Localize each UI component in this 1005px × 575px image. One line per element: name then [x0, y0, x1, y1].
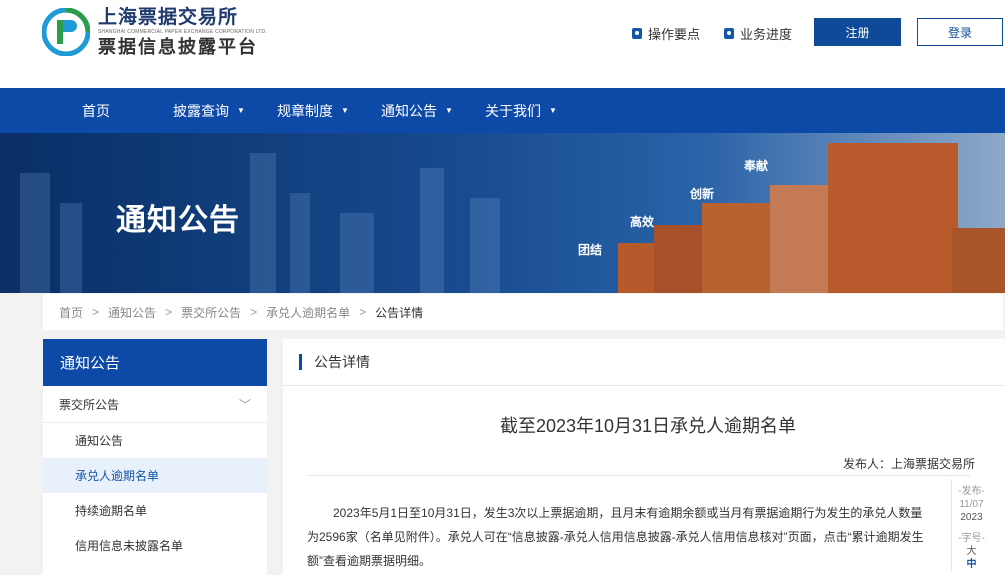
login-button[interactable]: 登录	[917, 18, 1003, 46]
sidebar: 通知公告 票交所公告 ﹀ 通知公告 承兑人逾期名单 持续逾期名单 信用信息未披露…	[43, 339, 267, 575]
nav-item-label: 通知公告	[381, 102, 437, 119]
font-size-large-button[interactable]: 大	[952, 545, 991, 558]
breadcrumb-item-home[interactable]: 首页	[59, 304, 83, 321]
city-skyline-shape	[20, 173, 50, 293]
city-skyline-shape	[470, 198, 500, 293]
building-illustration	[770, 185, 830, 293]
divider	[307, 475, 970, 476]
city-skyline-shape	[420, 168, 444, 293]
city-skyline-shape	[60, 203, 82, 293]
chevron-down-icon: ﹀	[238, 397, 251, 412]
banner-word: 高效	[630, 215, 655, 229]
breadcrumb-item-current: 公告详情	[375, 305, 424, 320]
publish-year: 2023	[960, 512, 983, 523]
panel-heading: 公告详情	[314, 354, 370, 370]
panel-header: 公告详情	[283, 339, 1005, 386]
logo-icon[interactable]	[42, 8, 90, 56]
logo-subtitle: 票据信息披露平台	[98, 37, 258, 57]
nav-item-notices[interactable]: 通知公告 ▼	[381, 88, 453, 133]
notice-meta-sidebar: -发布- 11/07 2023 -字号- 大 中	[951, 479, 991, 571]
banner-word: 奉献	[744, 159, 769, 173]
logo-english: SHANGHAI COMMERCIAL PAPER EXCHANGE CORPO…	[98, 29, 267, 35]
breadcrumb-separator: >	[165, 305, 173, 319]
banner-word: 团结	[578, 243, 603, 257]
building-illustration	[654, 225, 704, 293]
banner-title: 通知公告	[116, 204, 240, 237]
sidebar-category-label: 票交所公告	[59, 397, 120, 412]
header-link-progress[interactable]: 业务进度	[724, 24, 792, 42]
header-link-guide[interactable]: 操作要点	[632, 24, 700, 42]
notice-title: 截至2023年10月31日承兑人逾期名单	[499, 416, 797, 436]
sidebar-item-continuous-overdue[interactable]: 持续逾期名单	[43, 493, 267, 528]
sidebar-category[interactable]: 票交所公告 ﹀	[43, 386, 267, 423]
site-header: 上海票据交易所 SHANGHAI COMMERCIAL PAPER EXCHAN…	[0, 0, 1005, 88]
nav-item-label: 首页	[82, 102, 110, 119]
nav-item-label: 关于我们	[485, 102, 541, 119]
caret-down-icon: ▼	[237, 106, 245, 115]
progress-icon	[724, 27, 734, 39]
city-skyline-shape	[340, 213, 374, 293]
nav-item-label: 规章制度	[277, 102, 333, 119]
city-skyline-shape	[250, 153, 276, 293]
notice-publisher: 发布人：上海票据交易所	[842, 457, 975, 471]
sidebar-item-undisclosed[interactable]: 信用信息未披露名单	[43, 528, 267, 563]
breadcrumb-separator: >	[92, 305, 100, 319]
header-link-progress-label: 业务进度	[740, 26, 793, 42]
breadcrumb-item-overdue-list[interactable]: 承兑人逾期名单	[266, 304, 350, 321]
notice-detail-panel: 公告详情 截至2023年10月31日承兑人逾期名单 发布人：上海票据交易所 20…	[283, 339, 1005, 575]
page-banner: 通知公告 团结 高效 创新 奉献	[0, 133, 1005, 293]
building-illustration	[618, 243, 658, 293]
nav-item-home[interactable]: 首页	[82, 88, 110, 133]
notice-body: 2023年5月1日至10月31日，发生3次以上票据逾期，且月末有逾期余额或当月有…	[307, 506, 924, 568]
building-illustration	[828, 143, 958, 293]
nav-item-disclosure-query[interactable]: 披露查询 ▼	[173, 88, 245, 133]
breadcrumb-separator: >	[250, 305, 258, 319]
caret-down-icon: ▼	[549, 106, 557, 115]
building-illustration	[702, 203, 772, 293]
logo-text[interactable]: 上海票据交易所 SHANGHAI COMMERCIAL PAPER EXCHAN…	[98, 7, 267, 58]
document-icon	[632, 27, 642, 39]
register-button[interactable]: 注册	[814, 18, 901, 46]
building-illustration	[952, 228, 1005, 293]
publish-date: 11/07	[959, 499, 984, 510]
breadcrumb-item-notices[interactable]: 通知公告	[108, 304, 156, 321]
caret-down-icon: ▼	[341, 106, 349, 115]
breadcrumb-separator: >	[359, 305, 367, 319]
banner-word: 创新	[690, 187, 715, 201]
caret-down-icon: ▼	[445, 106, 453, 115]
heading-accent-bar	[299, 354, 302, 370]
breadcrumb: 首页 > 通知公告 > 票交所公告 > 承兑人逾期名单 > 公告详情	[43, 294, 1003, 330]
main-nav: 首页 披露查询 ▼ 规章制度 ▼ 通知公告 ▼ 关于我们 ▼	[0, 88, 1005, 133]
sidebar-item-notices[interactable]: 通知公告	[43, 423, 267, 458]
city-skyline-shape	[290, 193, 310, 293]
nav-item-regulations[interactable]: 规章制度 ▼	[277, 88, 349, 133]
logo-title: 上海票据交易所	[98, 7, 239, 28]
header-link-guide-label: 操作要点	[648, 26, 701, 42]
sidebar-item-overdue-list[interactable]: 承兑人逾期名单	[43, 458, 267, 493]
nav-item-label: 披露查询	[173, 102, 229, 119]
breadcrumb-item-exchange-notices[interactable]: 票交所公告	[181, 304, 241, 321]
font-size-medium-button[interactable]: 中	[952, 558, 991, 571]
sidebar-heading: 通知公告	[43, 339, 267, 386]
publish-label: -发布-	[958, 486, 985, 497]
nav-item-about[interactable]: 关于我们 ▼	[485, 88, 557, 133]
font-size-label: -字号-	[958, 533, 985, 544]
